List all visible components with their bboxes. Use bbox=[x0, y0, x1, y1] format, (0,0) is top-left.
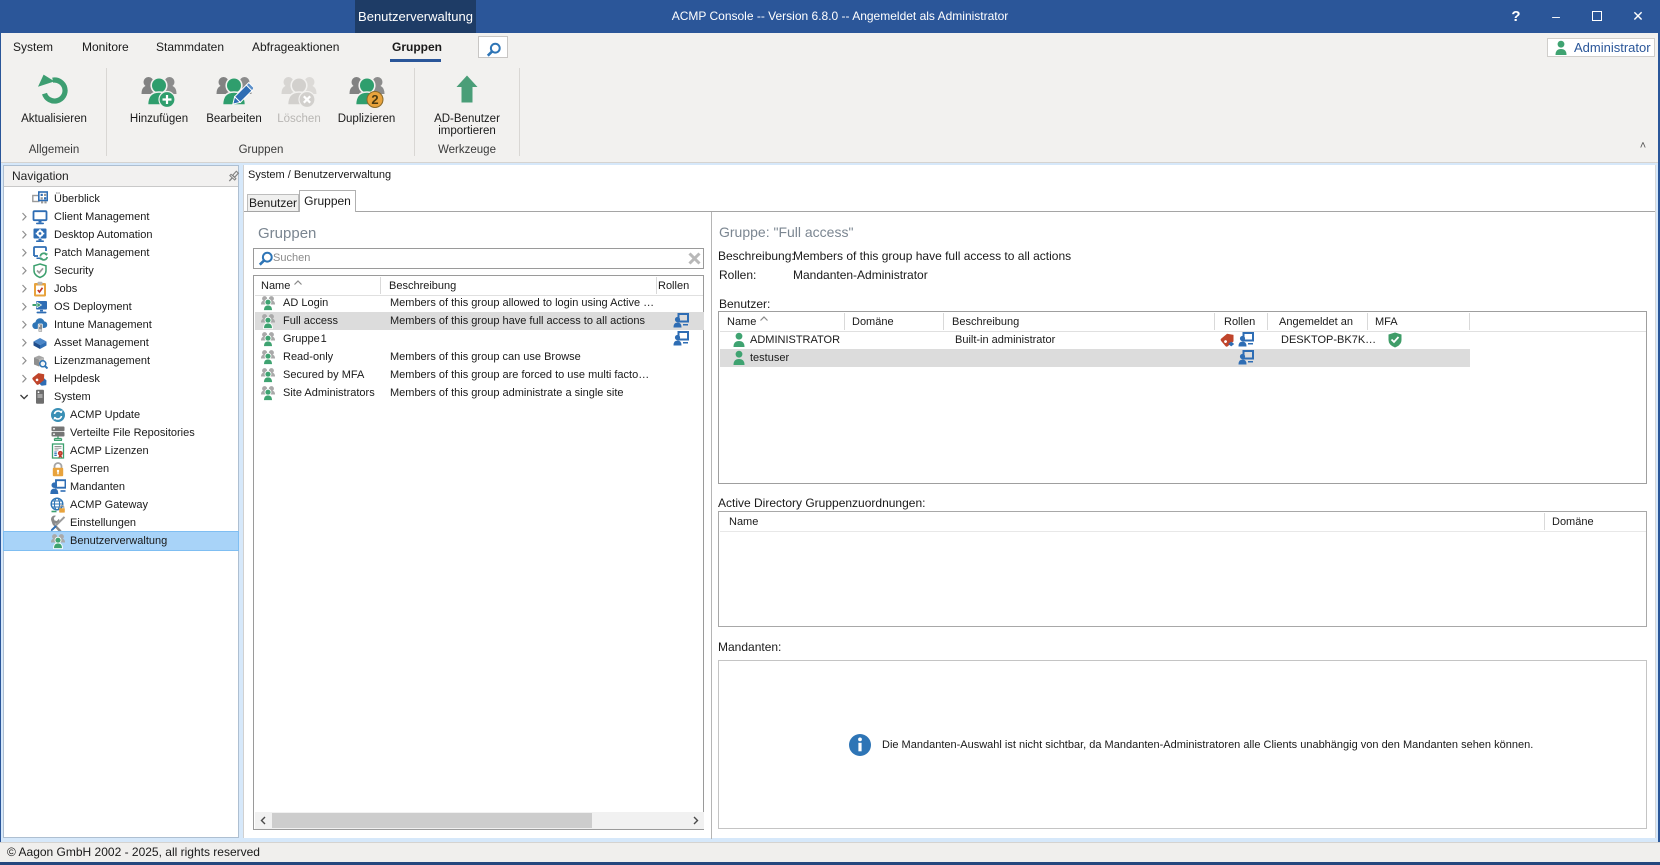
svg-text:2: 2 bbox=[371, 92, 378, 107]
